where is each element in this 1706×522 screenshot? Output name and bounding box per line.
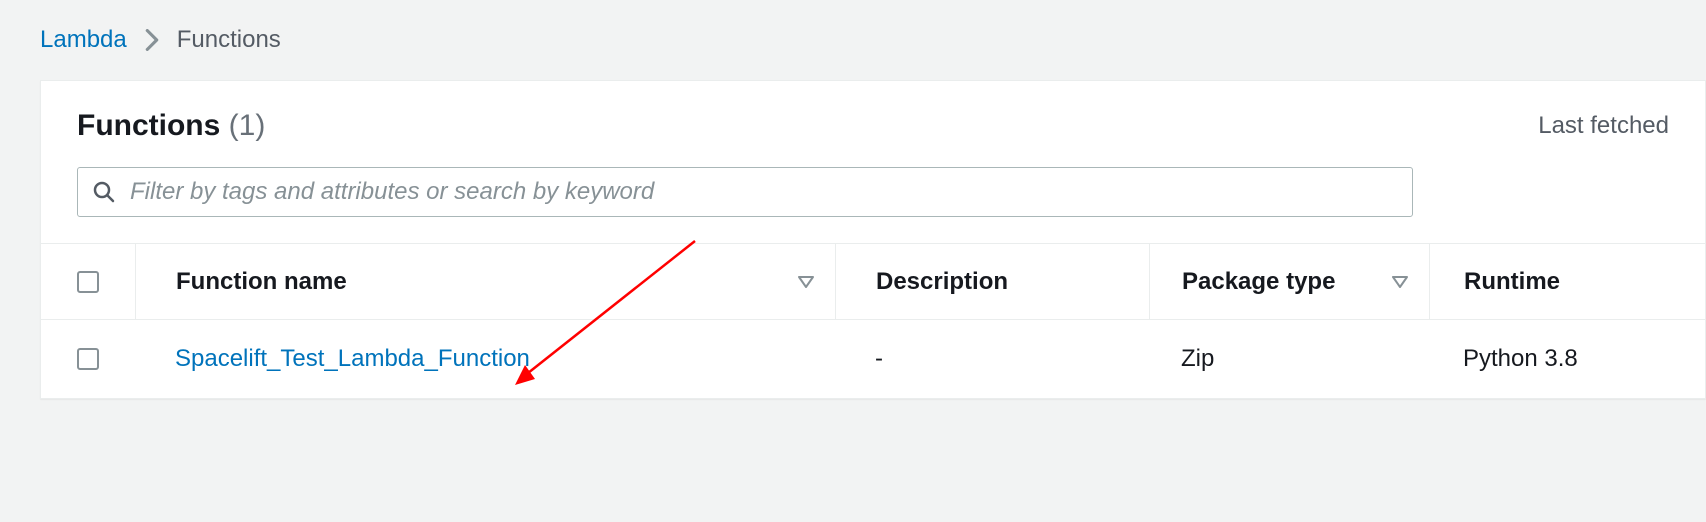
search-input[interactable] [130, 178, 1398, 206]
function-name-link[interactable]: Spacelift_Test_Lambda_Function [175, 345, 530, 373]
row-checkbox-cell [41, 320, 135, 398]
header-runtime-label: Runtime [1464, 268, 1560, 296]
row-runtime-cell: Python 3.8 [1429, 320, 1705, 398]
header-package-type[interactable]: Package type [1149, 244, 1429, 319]
header-name-label: Function name [176, 268, 347, 296]
row-checkbox[interactable] [77, 348, 99, 370]
chevron-right-icon [145, 29, 159, 51]
header-function-name[interactable]: Function name [135, 244, 835, 319]
panel-title: Functions (1) [77, 109, 265, 143]
breadcrumb-root-link[interactable]: Lambda [40, 26, 127, 54]
panel-header: Functions (1) Last fetched [41, 81, 1705, 153]
header-desc-label: Description [876, 268, 1008, 296]
row-name-cell: Spacelift_Test_Lambda_Function [135, 320, 835, 398]
table-header-row: Function name Description Package type R… [41, 244, 1705, 320]
row-pkg-cell: Zip [1149, 320, 1429, 398]
sort-icon[interactable] [1391, 275, 1409, 289]
search-wrap [41, 153, 1705, 243]
header-runtime[interactable]: Runtime [1429, 244, 1705, 319]
functions-panel: Functions (1) Last fetched Function name [40, 80, 1706, 399]
search-box[interactable] [77, 167, 1413, 217]
header-pkg-label: Package type [1182, 268, 1335, 296]
row-pkg-value: Zip [1181, 345, 1214, 373]
panel-count: (1) [229, 109, 266, 142]
last-fetched-label: Last fetched [1538, 112, 1669, 140]
table-row: Spacelift_Test_Lambda_Function - Zip Pyt… [41, 320, 1705, 398]
breadcrumb: Lambda Functions [0, 0, 1706, 74]
sort-icon[interactable] [797, 275, 815, 289]
select-all-checkbox[interactable] [77, 271, 99, 293]
functions-table: Function name Description Package type R… [41, 243, 1705, 398]
panel-title-text: Functions [77, 109, 220, 142]
row-desc-cell: - [835, 320, 1149, 398]
header-checkbox-cell [41, 244, 135, 319]
row-runtime-value: Python 3.8 [1463, 345, 1578, 373]
row-desc-value: - [875, 345, 883, 373]
search-icon [92, 180, 116, 204]
breadcrumb-current: Functions [177, 26, 281, 54]
header-description[interactable]: Description [835, 244, 1149, 319]
